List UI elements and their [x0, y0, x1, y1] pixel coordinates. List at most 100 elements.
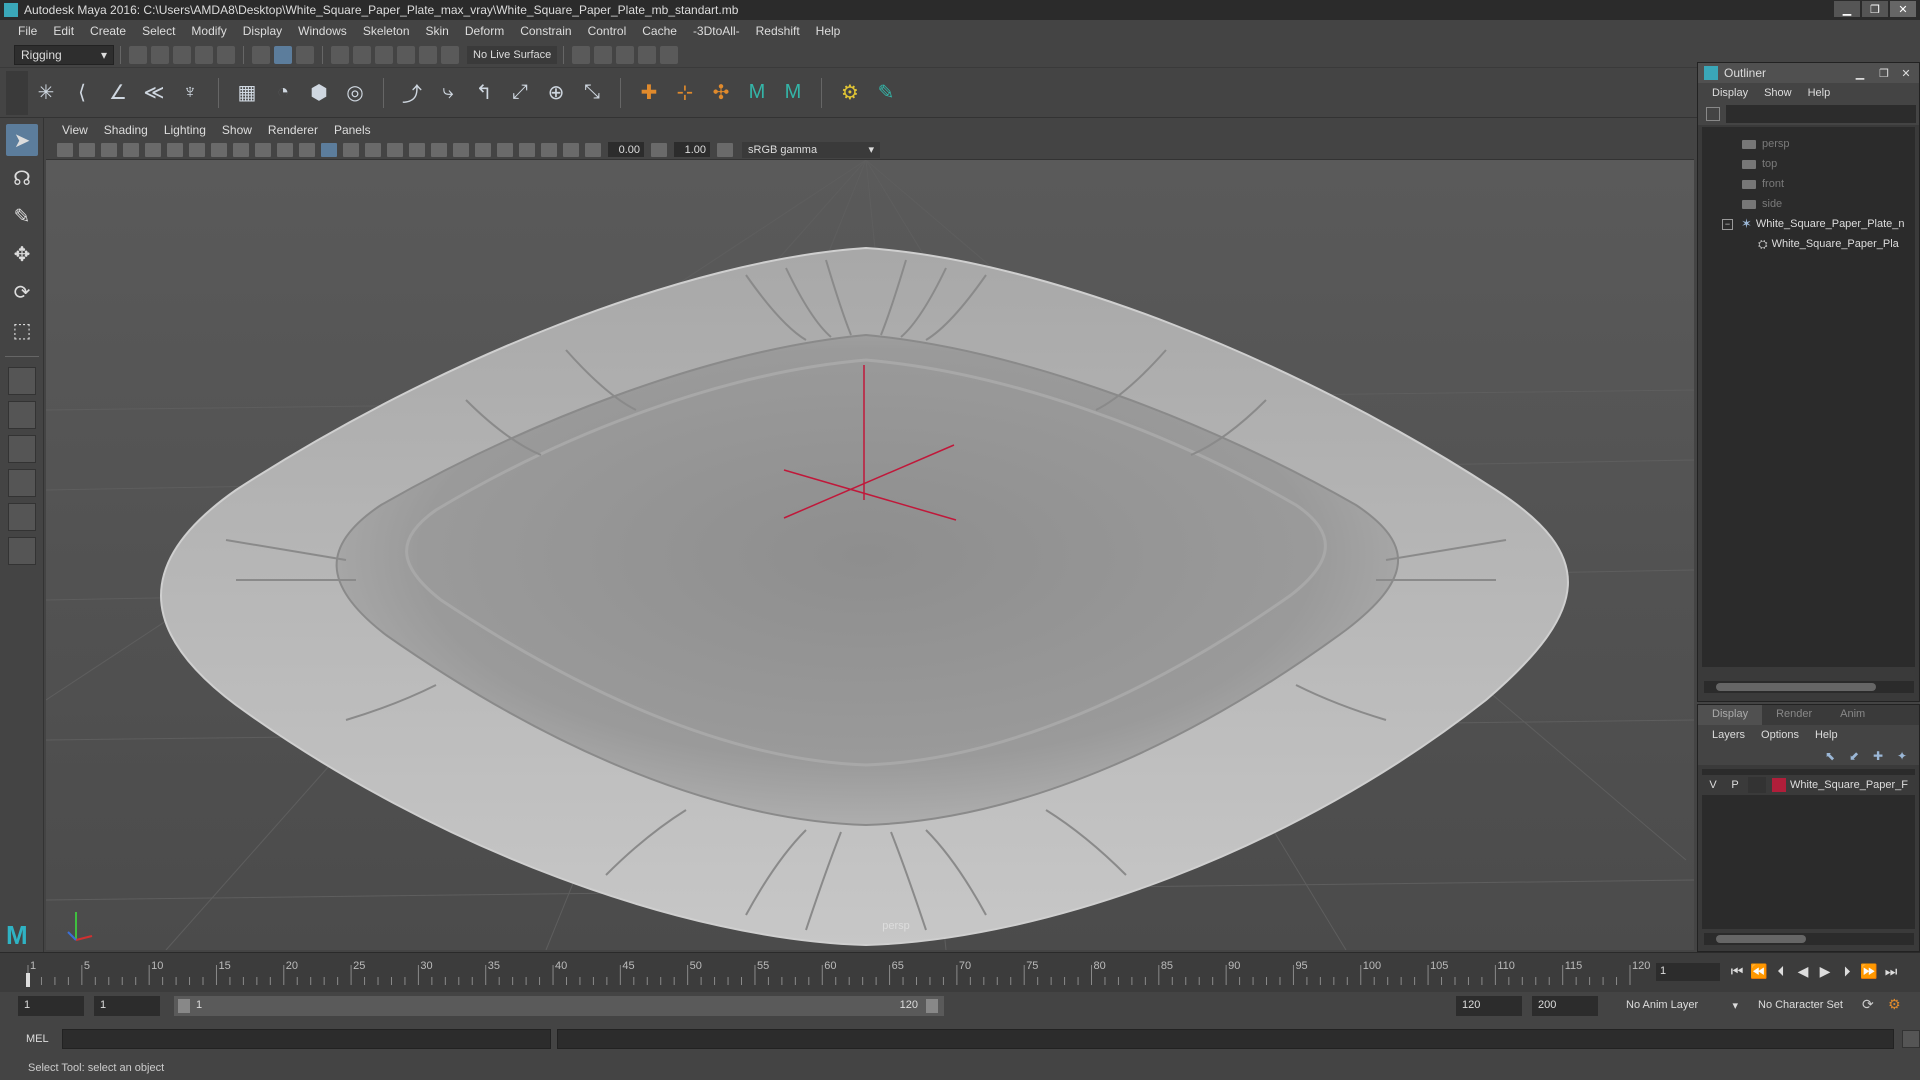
shelf-tab-handle[interactable] — [6, 70, 28, 115]
play-forward-icon[interactable]: ▶ — [1816, 961, 1834, 981]
menu-deform[interactable]: Deform — [457, 24, 512, 38]
grid-toggle-icon[interactable] — [145, 142, 161, 157]
outliner-item-persp[interactable]: persp — [1742, 135, 1790, 153]
resolution-gate-icon[interactable] — [189, 142, 205, 157]
tab-anim[interactable]: Anim — [1826, 705, 1879, 725]
new-layer-from-selection-icon[interactable]: ✦ — [1897, 749, 1913, 763]
camera-attributes-icon[interactable] — [79, 142, 95, 157]
ik-handle-icon[interactable]: ⟨ — [68, 79, 96, 107]
maya-logo-tool-2-icon[interactable]: M — [779, 79, 807, 107]
menu-modify[interactable]: Modify — [183, 24, 234, 38]
isolate-select-icon[interactable] — [519, 142, 535, 157]
outliner-minimize-button[interactable]: ▁ — [1849, 65, 1871, 81]
animation-end-field[interactable]: 200 — [1532, 996, 1598, 1016]
playback-end-field[interactable]: 120 — [1456, 996, 1522, 1016]
live-surface-field[interactable]: No Live Surface — [467, 45, 558, 64]
pole-vector-icon[interactable]: ✎ — [872, 79, 900, 107]
panel-menu-shading[interactable]: Shading — [96, 123, 156, 137]
go-to-end-icon[interactable]: ⏭ — [1882, 961, 1900, 981]
shadows-icon[interactable] — [431, 142, 447, 157]
ik-spline-icon[interactable]: ∠ — [104, 79, 132, 107]
color-space-dropdown[interactable]: sRGB gamma ▾ — [742, 141, 880, 158]
snap-view-plane-icon[interactable] — [397, 45, 415, 64]
outliner-menu-display[interactable]: Display — [1704, 87, 1756, 99]
range-end-handle[interactable] — [926, 999, 938, 1013]
cluster-icon[interactable]: ◔ — [269, 79, 297, 107]
undo-icon[interactable] — [195, 45, 213, 64]
save-scene-icon[interactable] — [173, 45, 191, 64]
panel-menu-panels[interactable]: Panels — [326, 123, 379, 137]
select-object-icon[interactable] — [274, 45, 292, 64]
insert-joint-icon[interactable]: ≪ — [140, 79, 168, 107]
outliner-item-top[interactable]: top — [1742, 155, 1777, 173]
select-hierarchy-icon[interactable] — [252, 45, 270, 64]
lasso-tool-icon[interactable]: ☊ — [6, 162, 38, 194]
select-camera-icon[interactable] — [57, 142, 73, 157]
scrollbar-thumb[interactable] — [1716, 683, 1876, 691]
render-view-icon[interactable] — [572, 45, 591, 64]
humanik-icon[interactable]: ♆ — [176, 79, 204, 107]
outliner-item-plate-group[interactable]: − ✶ White_Square_Paper_Plate_n — [1722, 215, 1905, 233]
wireframe-on-shaded-icon[interactable] — [365, 142, 381, 157]
outliner-item-plate-mesh[interactable]: ⛭ White_Square_Paper_Pla — [1758, 235, 1899, 253]
lattice-icon[interactable]: ▦ — [233, 79, 261, 107]
menu-select[interactable]: Select — [134, 24, 183, 38]
panel-menu-show[interactable]: Show — [214, 123, 260, 137]
menu-display[interactable]: Display — [235, 24, 290, 38]
motion-blur-icon[interactable] — [475, 142, 491, 157]
layer-menu-help[interactable]: Help — [1807, 729, 1846, 741]
menu-windows[interactable]: Windows — [290, 24, 355, 38]
paint-weights-icon[interactable]: ⤢ — [506, 79, 534, 107]
playback-start-field[interactable]: 1 — [94, 996, 160, 1016]
panel-menu-view[interactable]: View — [54, 123, 96, 137]
menu-control[interactable]: Control — [580, 24, 635, 38]
exposure-icon[interactable] — [585, 142, 601, 157]
open-scene-icon[interactable] — [151, 45, 169, 64]
parent-constraint-icon[interactable]: ⚙ — [836, 79, 864, 107]
snap-point-icon[interactable] — [375, 45, 393, 64]
time-slider[interactable]: 1 5 10 15 20 25 30 35 40 45 50 55 60 65 70 75 80 85 90 95 10… — [0, 952, 1920, 992]
range-start-handle[interactable] — [178, 999, 190, 1013]
play-backward-icon[interactable]: ◀ — [1794, 961, 1812, 981]
point-constraint-icon[interactable]: ✚ — [635, 79, 663, 107]
move-layer-up-icon[interactable]: ⬉ — [1825, 749, 1841, 763]
outliner-horizontal-scrollbar[interactable] — [1704, 681, 1914, 693]
film-gate-icon[interactable] — [167, 142, 183, 157]
ambient-occlusion-icon[interactable] — [453, 142, 469, 157]
layer-menu-options[interactable]: Options — [1753, 729, 1807, 741]
step-forward-key-icon[interactable]: ⏩ — [1860, 961, 1878, 981]
menu-cache[interactable]: Cache — [634, 24, 685, 38]
new-empty-layer-icon[interactable]: ✚ — [1873, 749, 1889, 763]
redo-icon[interactable] — [217, 45, 235, 64]
outliner-item-side[interactable]: side — [1742, 195, 1782, 213]
tab-display[interactable]: Display — [1698, 705, 1763, 725]
layer-visibility-toggle[interactable]: V — [1702, 779, 1724, 791]
four-pane-layout-icon[interactable] — [8, 401, 36, 429]
wire-icon[interactable]: ◎ — [341, 79, 369, 107]
panel-menu-lighting[interactable]: Lighting — [156, 123, 214, 137]
gate-mask-icon[interactable] — [211, 142, 227, 157]
anim-layer-dropdown[interactable]: No Anim Layer ▾ — [1620, 996, 1740, 1016]
layer-color-swatch[interactable] — [1772, 778, 1786, 792]
copy-weights-icon[interactable]: ⤡ — [578, 79, 606, 107]
step-forward-frame-icon[interactable]: ⏵ — [1838, 961, 1856, 981]
range-bar[interactable]: 1 120 — [174, 996, 944, 1016]
outliner-maximize-button[interactable]: ❐ — [1873, 65, 1895, 81]
bookmark-icon[interactable] — [101, 142, 117, 157]
ipr-render-icon[interactable] — [616, 45, 635, 64]
menu-3dtoall[interactable]: -3DtoAll- — [685, 24, 748, 38]
hypershade-layout-icon[interactable] — [8, 537, 36, 565]
image-plane-icon[interactable] — [123, 142, 139, 157]
rotate-tool-icon[interactable]: ⟳ — [6, 276, 38, 308]
paint-select-icon[interactable]: ✎ — [6, 200, 38, 232]
current-frame-marker[interactable] — [26, 973, 30, 987]
layer-row[interactable]: V P White_Square_Paper_F — [1702, 775, 1916, 795]
mirror-weights-icon[interactable]: ⊕ — [542, 79, 570, 107]
time-slider-track[interactable]: 1 5 10 15 20 25 30 35 40 45 50 55 60 65 70 75 80 85 90 95 10… — [20, 957, 1650, 987]
gamma-field[interactable]: 1.00 — [674, 142, 710, 157]
layer-display-type-toggle[interactable] — [1748, 777, 1766, 793]
xray-icon[interactable] — [541, 142, 557, 157]
use-all-lights-icon[interactable] — [409, 142, 425, 157]
gamma-icon[interactable] — [651, 142, 667, 157]
exposure-field[interactable]: 0.00 — [608, 142, 644, 157]
